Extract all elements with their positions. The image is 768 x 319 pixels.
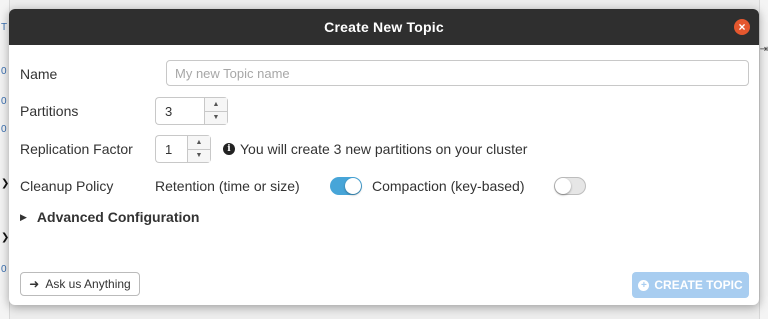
replication-value[interactable]: 1 <box>155 135 187 163</box>
create-topic-button[interactable]: + CREATE TOPIC <box>632 272 749 298</box>
plus-circle-icon: + <box>638 279 650 291</box>
decrement-icon[interactable]: ▼ <box>188 149 210 162</box>
background-panel-right: ⇥ <box>759 0 768 319</box>
replication-label: Replication Factor <box>20 141 133 157</box>
dialog-titlebar: Create New Topic × <box>9 9 759 45</box>
decrement-icon[interactable]: ▼ <box>205 111 227 124</box>
compaction-label: Compaction (key-based) <box>372 178 525 194</box>
increment-icon[interactable]: ▲ <box>188 136 210 150</box>
partitions-value[interactable]: 3 <box>155 97 204 125</box>
partitions-row: Partitions 3 ▲ ▼ <box>20 97 749 125</box>
dialog-title: Create New Topic <box>324 19 444 35</box>
retention-label: Retention (time or size) <box>155 178 300 194</box>
compaction-toggle[interactable] <box>554 177 586 195</box>
replication-row: Replication Factor 1 ▲ ▼ i You will crea… <box>20 135 749 163</box>
close-icon[interactable]: × <box>734 19 750 35</box>
replication-stepper[interactable]: 1 ▲ ▼ <box>155 135 211 163</box>
increment-icon[interactable]: ▲ <box>205 98 227 112</box>
partitions-stepper[interactable]: 3 ▲ ▼ <box>155 97 228 125</box>
partitions-info-text: You will create 3 new partitions on your… <box>240 141 528 157</box>
info-icon: i <box>223 143 235 155</box>
retention-toggle[interactable] <box>330 177 362 195</box>
advanced-configuration-label: Advanced Configuration <box>36 209 200 225</box>
caret-right-icon: ▶ <box>20 211 27 222</box>
arrow-right-icon: ➜ <box>29 277 40 291</box>
create-topic-dialog: Create New Topic × Name Partitions 3 ▲ ▼… <box>9 9 759 305</box>
ask-us-anything-label: Ask us Anything <box>45 277 131 291</box>
cleanup-label: Cleanup Policy <box>20 178 114 194</box>
name-label: Name <box>20 66 58 82</box>
create-topic-label: CREATE TOPIC <box>654 278 743 292</box>
name-row: Name <box>20 60 749 88</box>
cleanup-row: Cleanup Policy Retention (time or size) … <box>20 172 749 200</box>
advanced-configuration-toggle[interactable]: ▶ Advanced Configuration <box>20 209 199 225</box>
partitions-info: i You will create 3 new partitions on yo… <box>223 141 527 157</box>
ask-us-anything-button[interactable]: ➜ Ask us Anything <box>20 272 140 296</box>
partitions-label: Partitions <box>20 103 79 119</box>
chevron-right-icon: ⇥ <box>759 44 768 55</box>
topic-name-input[interactable] <box>166 60 749 86</box>
